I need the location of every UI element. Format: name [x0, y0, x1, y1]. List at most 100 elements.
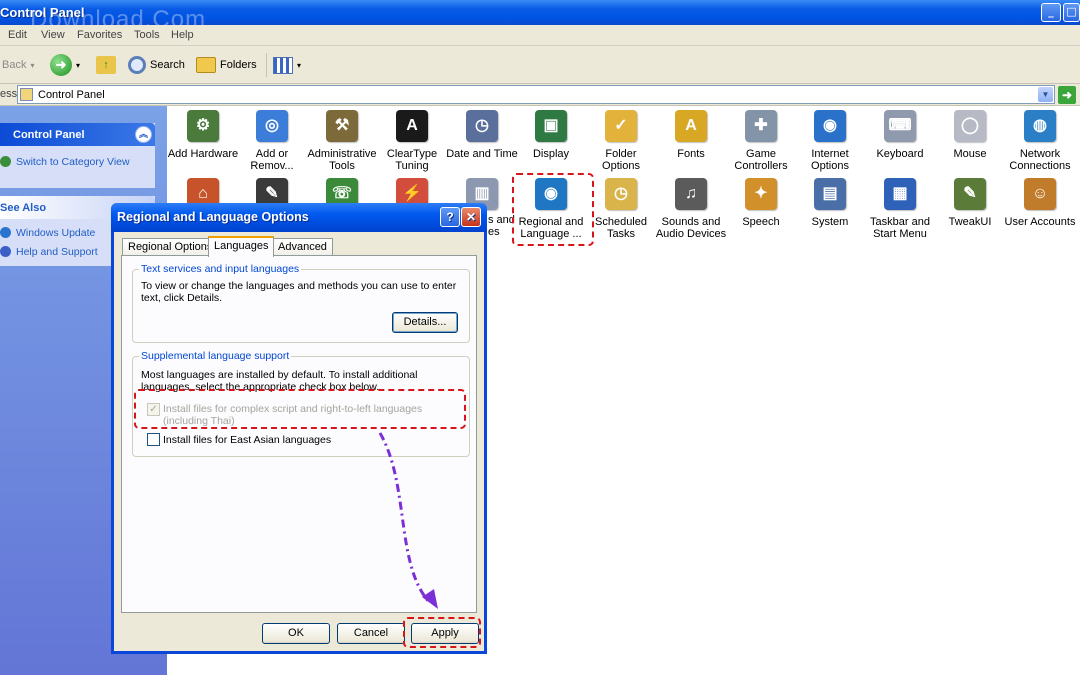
supplemental-title: Supplemental language support [139, 350, 292, 362]
keyboard-item[interactable]: ⌨ Keyboard [864, 110, 936, 160]
forward-button[interactable]: ➜ ▾ [50, 53, 80, 77]
menu-help[interactable]: Help [171, 29, 194, 41]
dialog-titlebar[interactable]: Regional and Language Options ? ✕ [111, 203, 487, 232]
user-accounts-item[interactable]: ☺ User Accounts [1004, 178, 1076, 228]
internet-options-icon: ◉ [814, 110, 846, 142]
regional-highlight [512, 173, 594, 246]
speech-item[interactable]: ✦ Speech [725, 178, 797, 228]
folder-options-item[interactable]: ✓ Folder Options [585, 110, 657, 172]
search-button[interactable]: Search [128, 53, 185, 77]
complex-script-highlight [134, 389, 466, 429]
tweakui-icon: ✎ [954, 178, 986, 210]
network-connections-label: Network Connections [1009, 148, 1071, 172]
help-button[interactable]: ? [440, 207, 460, 227]
folder-options-label: Folder Options [602, 148, 640, 172]
help-icon [0, 246, 11, 257]
menu-view[interactable]: View [41, 29, 65, 41]
east-asian-checkbox[interactable] [147, 433, 160, 446]
annotation-arrow-path [378, 432, 432, 605]
up-folder-icon: ↑ [96, 56, 116, 74]
see-also-title: See Also [0, 202, 47, 214]
sounds-audio-label: Sounds and Audio Devices [655, 216, 727, 240]
tab-regional-options[interactable]: Regional Options [122, 238, 219, 256]
maximize-button[interactable]: □ [1063, 3, 1080, 22]
control-panel-section-header[interactable]: Control Panel ︽ [0, 123, 155, 146]
tab-languages[interactable]: Languages [208, 236, 275, 257]
add-hardware-label: Add Hardware [167, 148, 239, 160]
menu-tools[interactable]: Tools [134, 29, 160, 41]
views-button[interactable]: ▾ [266, 53, 301, 77]
help-support-label: Help and Support [16, 246, 98, 258]
fonts-item[interactable]: A Fonts [655, 110, 727, 160]
display-item[interactable]: ▣ Display [515, 110, 587, 160]
collapse-icon[interactable]: ︽ [135, 126, 152, 143]
date-time-item[interactable]: ◷ Date and Time [446, 110, 518, 160]
details-button[interactable]: Details... [392, 312, 458, 333]
network-connections-icon: ◍ [1024, 110, 1056, 142]
text-services-description: To view or change the languages and meth… [141, 280, 457, 304]
minimize-button[interactable]: _ [1041, 3, 1061, 22]
add-remove-programs-item[interactable]: ◎ Add or Remov... [236, 110, 308, 172]
cancel-button[interactable]: Cancel [337, 623, 405, 644]
administrative-tools-icon: ⚒ [326, 110, 358, 142]
system-icon: ▤ [814, 178, 846, 210]
go-button[interactable]: ➜ [1058, 86, 1076, 104]
mouse-label: Mouse [953, 148, 987, 160]
system-item[interactable]: ▤ System [794, 178, 866, 228]
back-button[interactable]: Back ▾ [2, 53, 34, 77]
views-icon [273, 56, 293, 74]
address-input[interactable]: Control Panel ▼ [17, 85, 1055, 104]
folder-options-icon: ✓ [605, 110, 637, 142]
back-dropdown-icon[interactable]: ▾ [30, 61, 34, 70]
cleartype-icon: A [396, 110, 428, 142]
scheduled-tasks-item[interactable]: ◷ Scheduled Tasks [585, 178, 657, 240]
administrative-tools-label: Administrative Tools [307, 148, 377, 172]
system-label: System [811, 216, 849, 228]
address-bar: ess Control Panel ▼ ➜ [0, 84, 1080, 106]
back-label: Back [2, 59, 27, 71]
apply-highlight [403, 617, 481, 648]
mouse-icon: ◯ [954, 110, 986, 142]
speech-icon: ✦ [745, 178, 777, 210]
tweakui-item[interactable]: ✎ TweakUI [934, 178, 1006, 228]
user-accounts-icon: ☺ [1024, 178, 1056, 210]
partial-label-a: s and [488, 214, 515, 226]
administrative-tools-item[interactable]: ⚒ Administrative Tools [306, 110, 378, 172]
fonts-icon: A [675, 110, 707, 142]
tab-advanced[interactable]: Advanced [272, 238, 333, 256]
window-titlebar[interactable]: Control Panel Download.Com _ □ [0, 0, 1080, 33]
windows-update-icon [0, 227, 11, 238]
switch-category-view-link[interactable]: Switch to Category View [0, 152, 155, 171]
dialog-title: Regional and Language Options [117, 210, 309, 224]
menu-edit[interactable]: Edit [8, 29, 27, 41]
mouse-item[interactable]: ◯ Mouse [934, 110, 1006, 160]
game-controllers-icon: ✚ [745, 110, 777, 142]
keyboard-icon: ⌨ [884, 110, 916, 142]
game-controllers-item[interactable]: ✚ Game Controllers [725, 110, 797, 172]
east-asian-label: Install files for East Asian languages [163, 434, 332, 446]
ok-button[interactable]: OK [262, 623, 330, 644]
folders-button[interactable]: Folders [196, 53, 257, 77]
views-dropdown-icon[interactable]: ▾ [297, 61, 301, 70]
partial-label-b: es [488, 226, 500, 238]
speech-label: Speech [742, 216, 780, 228]
network-connections-item[interactable]: ◍ Network Connections [1004, 110, 1076, 172]
up-folder-button[interactable]: ↑ [96, 53, 116, 77]
keyboard-label: Keyboard [876, 148, 924, 160]
menu-favorites[interactable]: Favorites [77, 29, 122, 41]
add-hardware-item[interactable]: ⚙ Add Hardware [167, 110, 239, 160]
cleartype-tuning-item[interactable]: A ClearType Tuning [376, 110, 448, 172]
internet-options-item[interactable]: ◉ Internet Options [794, 110, 866, 172]
switch-view-label: Switch to Category View [16, 156, 130, 168]
control-panel-section: Control Panel ︽ Switch to Category View [0, 123, 155, 188]
cleartype-label: ClearType Tuning [386, 148, 438, 172]
address-label: ess [0, 88, 18, 100]
tweakui-label: TweakUI [948, 216, 992, 228]
sounds-audio-item[interactable]: ♫ Sounds and Audio Devices [655, 178, 727, 240]
text-services-group: Text services and input languages To vie… [132, 263, 470, 343]
forward-dropdown-icon[interactable]: ▾ [76, 61, 80, 70]
address-dropdown-icon[interactable]: ▼ [1038, 87, 1053, 102]
close-button[interactable]: ✕ [461, 207, 481, 227]
taskbar-start-menu-item[interactable]: ▦ Taskbar and Start Menu [864, 178, 936, 240]
add-remove-programs-icon: ◎ [256, 110, 288, 142]
